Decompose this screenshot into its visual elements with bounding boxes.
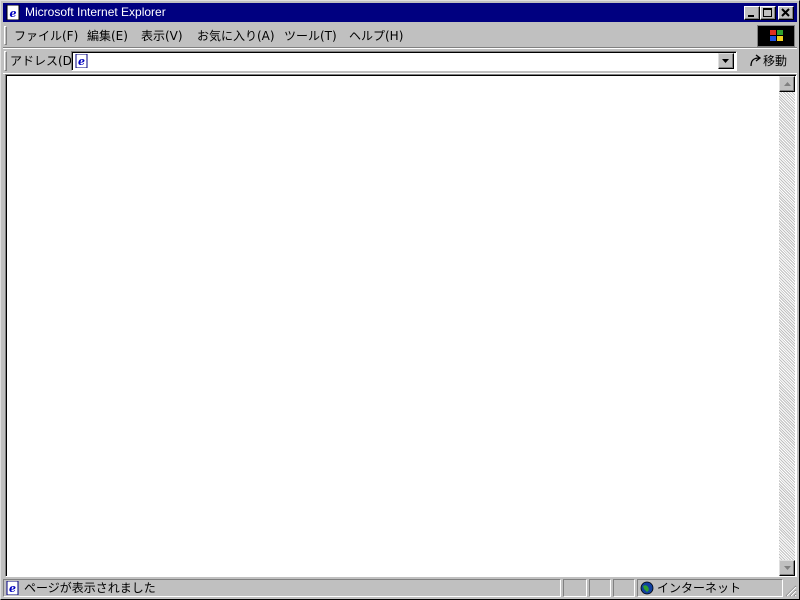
title-bar[interactable]: e Microsoft Internet Explorer xyxy=(3,3,797,22)
window-title: Microsoft Internet Explorer xyxy=(25,5,166,19)
minimize-icon xyxy=(748,15,754,17)
ie-page-icon: e xyxy=(75,53,89,71)
go-button[interactable]: 移動 xyxy=(745,51,795,71)
address-field[interactable]: e xyxy=(71,51,737,71)
status-main-pane: e ページが表示されました xyxy=(3,579,561,597)
minimize-button[interactable] xyxy=(744,6,760,20)
throbber[interactable] xyxy=(757,25,795,47)
status-bar: e ページが表示されました インターネット xyxy=(3,579,797,597)
vertical-scrollbar[interactable] xyxy=(779,76,795,576)
menu-view[interactable]: 表示(V) xyxy=(141,28,183,44)
svg-text:e: e xyxy=(9,582,16,595)
status-offline-pane xyxy=(613,579,635,597)
browser-window: e Microsoft Internet Explorer ファイル(F) 編集… xyxy=(0,0,800,600)
maximize-icon xyxy=(763,8,772,17)
resize-grip-icon[interactable] xyxy=(783,583,797,597)
close-button[interactable] xyxy=(778,6,794,20)
menu-favorites[interactable]: お気に入り(A) xyxy=(197,28,275,44)
address-bar: アドレス(D) e 移動 xyxy=(3,49,797,73)
menu-file[interactable]: ファイル(F) xyxy=(14,28,78,44)
arrow-down-icon xyxy=(784,566,791,570)
scroll-down-button[interactable] xyxy=(779,560,795,576)
ie-page-icon: e xyxy=(6,4,21,21)
status-progress-pane xyxy=(563,579,587,597)
address-dropdown-button[interactable] xyxy=(718,53,734,69)
menu-help[interactable]: ヘルプ(H) xyxy=(349,28,403,44)
globe-icon xyxy=(640,581,654,598)
address-bar-grip[interactable] xyxy=(4,51,7,71)
menu-tools[interactable]: ツール(T) xyxy=(284,28,337,44)
go-arrow-icon xyxy=(750,54,762,67)
status-text: ページが表示されました xyxy=(24,581,156,595)
arrow-up-icon xyxy=(784,82,791,86)
address-input[interactable] xyxy=(93,53,713,68)
chevron-down-icon xyxy=(722,59,729,63)
page-content[interactable] xyxy=(5,74,797,577)
ie-page-icon: e xyxy=(6,580,20,598)
svg-text:e: e xyxy=(78,55,85,68)
go-button-label: 移動 xyxy=(763,54,788,68)
menu-edit[interactable]: 編集(E) xyxy=(87,28,128,44)
close-icon xyxy=(781,8,790,17)
zone-label: インターネット xyxy=(657,581,742,595)
status-zone-pane[interactable]: インターネット xyxy=(637,579,783,597)
menu-bar: ファイル(F) 編集(E) 表示(V) お気に入り(A) ツール(T) ヘルプ(… xyxy=(3,24,797,47)
scroll-up-button[interactable] xyxy=(779,76,795,92)
status-secure-pane xyxy=(589,579,611,597)
toolbar-grip[interactable] xyxy=(4,26,7,45)
windows-logo-icon xyxy=(770,30,783,41)
maximize-button[interactable] xyxy=(760,6,776,20)
svg-text:e: e xyxy=(10,7,17,20)
address-label: アドレス(D) xyxy=(10,54,77,68)
